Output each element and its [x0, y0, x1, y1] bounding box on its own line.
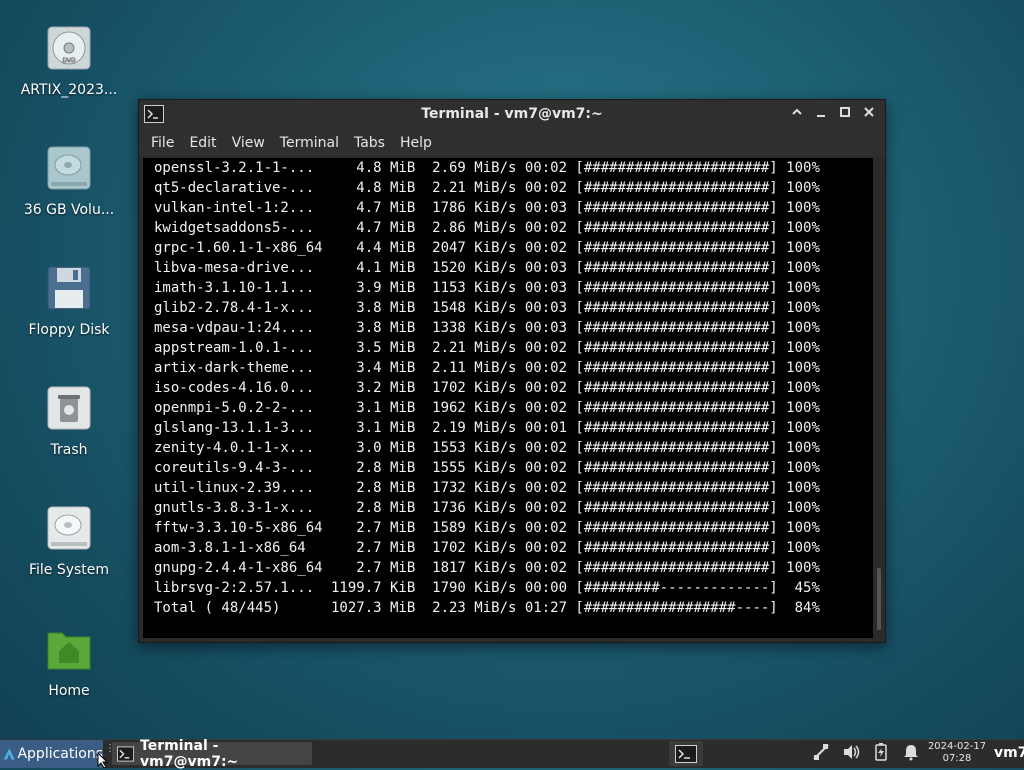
network-wired-icon[interactable]: [812, 743, 830, 761]
menubar: File Edit View Terminal Tabs Help: [139, 130, 885, 156]
terminal-line: zenity-4.0.1-1-x... 3.0 MiB 1553 KiB/s 0…: [154, 440, 820, 456]
terminal-line: grpc-1.60.1-1-x86_64 4.4 MiB 2047 KiB/s …: [154, 240, 820, 256]
floppy-disk-icon: [47, 266, 91, 310]
terminal-scrollbar[interactable]: [876, 158, 882, 638]
terminal-line: appstream-1.0.1-... 3.5 MiB 2.21 MiB/s 0…: [154, 340, 820, 356]
user-menu[interactable]: vm7: [994, 745, 1024, 761]
clock[interactable]: 2024-02-17 07:28: [926, 741, 988, 765]
menu-tabs[interactable]: Tabs: [354, 135, 392, 151]
desktop-icon-label: Floppy Disk: [28, 322, 110, 338]
terminal-line: aom-3.8.1-1-x86_64 2.7 MiB 1702 KiB/s 00…: [154, 540, 820, 556]
terminal-line: imath-3.1.10-1.1... 3.9 MiB 1153 KiB/s 0…: [154, 280, 820, 296]
terminal-line: libva-mesa-drive... 4.1 MiB 1520 KiB/s 0…: [154, 260, 820, 276]
close-button[interactable]: [861, 105, 877, 123]
terminal-line: vulkan-intel-1:2... 4.7 MiB 1786 KiB/s 0…: [154, 200, 820, 216]
maximize-icon: [840, 107, 850, 117]
terminal-line: artix-dark-theme... 3.4 MiB 2.11 MiB/s 0…: [154, 360, 820, 376]
mouse-cursor-icon: [97, 752, 109, 768]
terminal-text: openssl-3.2.1-1-... 4.8 MiB 2.69 MiB/s 0…: [143, 158, 873, 618]
applications-label: Applications: [17, 746, 103, 762]
applications-menu-button[interactable]: Applications: [0, 740, 103, 768]
terminal-line: Total ( 48/445) 1027.3 MiB 2.23 MiB/s 01…: [154, 600, 820, 616]
minimize-icon: [817, 115, 825, 117]
terminal-line: qt5-declarative-... 4.8 MiB 2.21 MiB/s 0…: [154, 180, 820, 196]
chevron-up-icon: [792, 108, 802, 115]
terminal-line: openssl-3.2.1-1-... 4.8 MiB 2.69 MiB/s 0…: [154, 160, 820, 176]
menu-view[interactable]: View: [232, 135, 272, 151]
notification-bell-icon[interactable]: [902, 743, 920, 761]
terminal-line: iso-codes-4.16.0... 3.2 MiB 1702 KiB/s 0…: [154, 380, 820, 396]
menu-help[interactable]: Help: [400, 135, 439, 151]
desktop-icon-36gb-volume[interactable]: 36 GB Volu...: [9, 146, 129, 218]
desktop-icon-label: File System: [28, 562, 110, 578]
menu-edit[interactable]: Edit: [189, 135, 223, 151]
desktop-icon-label: 36 GB Volu...: [23, 202, 115, 218]
scrollbar-thumb[interactable]: [877, 568, 881, 630]
taskbar-terminal-task[interactable]: Terminal - vm7@vm7:~: [112, 738, 312, 770]
terminal-line: kwidgetsaddons5-... 4.7 MiB 2.86 MiB/s 0…: [154, 220, 820, 236]
task-label: Terminal - vm7@vm7:~: [140, 737, 239, 770]
terminal-app-icon: [675, 744, 697, 763]
terminal-line: librsvg-2:2.57.1... 1199.7 KiB 1790 KiB/…: [154, 580, 820, 596]
terminal-line: util-linux-2.39.... 2.8 MiB 1732 KiB/s 0…: [154, 480, 820, 496]
hard-drive-icon: [47, 146, 91, 190]
terminal-line: gnutls-3.8.3-1-x... 2.8 MiB 1736 KiB/s 0…: [154, 500, 820, 516]
minimize-button[interactable]: [813, 105, 829, 123]
home-folder-icon: [47, 632, 91, 670]
maximize-button[interactable]: [837, 105, 853, 123]
terminal-line: fftw-3.3.10-5-x86_64 2.7 MiB 1589 KiB/s …: [154, 520, 820, 536]
desktop-icon-label: Home: [48, 683, 90, 699]
taskbar: Applications ⋮ Terminal - vm7@vm7:~ 2024…: [0, 738, 1024, 770]
desktop-icon-home[interactable]: Home: [9, 627, 129, 699]
terminal-line: mesa-vdpau-1:24.... 3.8 MiB 1338 KiB/s 0…: [154, 320, 820, 336]
terminal-line: glib2-2.78.4-1-x... 3.8 MiB 1548 KiB/s 0…: [154, 300, 820, 316]
shade-button[interactable]: [789, 105, 805, 123]
terminal-line: coreutils-9.4-3-... 2.8 MiB 1555 KiB/s 0…: [154, 460, 820, 476]
desktop-icon-trash[interactable]: Trash: [9, 386, 129, 458]
terminal-window[interactable]: Terminal - vm7@vm7:~ File Edit View Term…: [138, 99, 886, 643]
svg-text:DVD: DVD: [62, 57, 76, 64]
hard-drive-icon: [47, 506, 91, 550]
desktop-icon-label: ARTIX_2023...: [20, 82, 118, 98]
desktop-icon-artix[interactable]: DVD ARTIX_2023...: [9, 26, 129, 98]
terminal-line: glslang-13.1.1-3... 3.1 MiB 2.19 MiB/s 0…: [154, 420, 820, 436]
desktop-icon-floppy-disk[interactable]: Floppy Disk: [9, 266, 129, 338]
close-icon: [864, 107, 874, 117]
artix-logo-icon: [3, 748, 15, 760]
window-title: Terminal - vm7@vm7:~: [421, 106, 603, 122]
optical-disc-icon: DVD: [47, 26, 91, 70]
trash-icon: [47, 386, 91, 430]
menu-terminal[interactable]: Terminal: [280, 135, 346, 151]
battery-charging-icon[interactable]: [872, 743, 890, 761]
menu-file[interactable]: File: [151, 135, 181, 151]
system-tray: [812, 743, 920, 761]
desktop-icon-file-system[interactable]: File System: [9, 506, 129, 578]
clock-date: 2024-02-17: [927, 741, 987, 752]
clock-time: 07:28: [942, 753, 972, 764]
terminal-output[interactable]: openssl-3.2.1-1-... 4.8 MiB 2.69 MiB/s 0…: [143, 158, 873, 638]
terminal-line: gnupg-2.4.4-1-x86_64 2.7 MiB 1817 KiB/s …: [154, 560, 820, 576]
terminal-launcher-button[interactable]: [669, 741, 703, 766]
volume-icon[interactable]: [842, 743, 860, 761]
terminal-line: openmpi-5.0.2-2-... 3.1 MiB 1962 KiB/s 0…: [154, 400, 820, 416]
terminal-app-icon: [117, 745, 135, 762]
desktop-icon-label: Trash: [50, 442, 88, 458]
window-titlebar[interactable]: Terminal - vm7@vm7:~: [139, 100, 885, 130]
